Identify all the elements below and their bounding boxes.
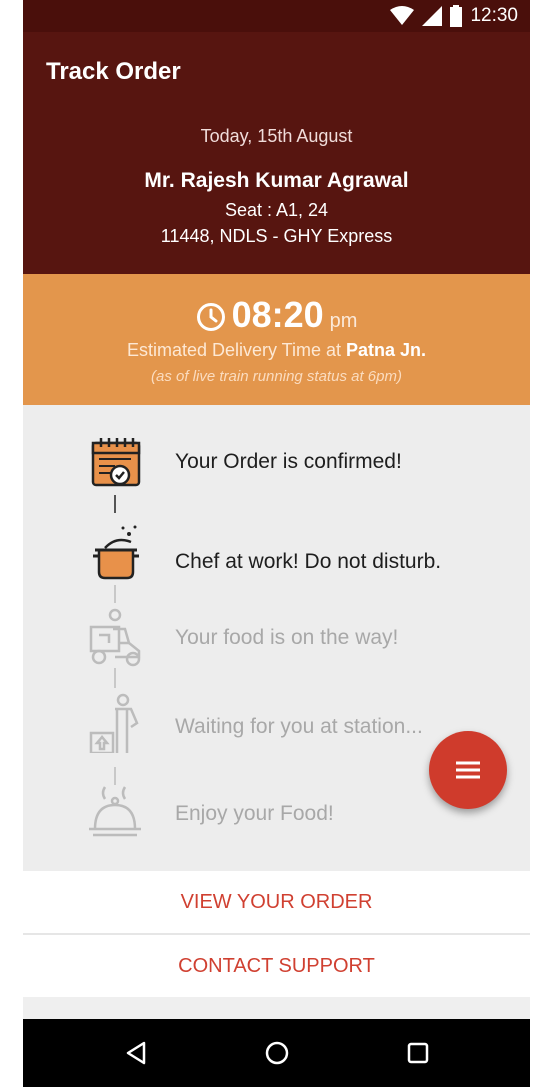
- step-label: Waiting for you at station...: [175, 715, 423, 738]
- step-connector: [114, 585, 116, 603]
- eta-label: Estimated Delivery Time at Patna Jn.: [23, 340, 530, 361]
- phone-screen: 12:30 Track Order Today, 15th August Mr.…: [23, 0, 530, 1087]
- spacer: [23, 997, 530, 1019]
- eta-meridiem: pm: [329, 310, 358, 332]
- eta-note: (as of live train running status at 6pm): [151, 368, 402, 385]
- calendar-check-icon: [91, 438, 141, 487]
- step-connector: [114, 668, 116, 688]
- eta-station: Patna Jn.: [346, 340, 427, 360]
- home-button[interactable]: [257, 1033, 297, 1073]
- eta-banner: 08:20 pm Estimated Delivery Time at Patn…: [23, 274, 530, 405]
- delivery-person-icon: [89, 693, 139, 753]
- train-info: 11448, NDLS - GHY Express: [160, 226, 393, 246]
- clock-icon: [196, 303, 225, 331]
- app-bar: Track Order: [23, 32, 530, 112]
- order-summary: Today, 15th August Mr. Rajesh Kumar Agra…: [23, 112, 530, 274]
- step-label: Your food is on the way!: [175, 626, 399, 649]
- page-title: Track Order: [46, 58, 181, 85]
- recents-button[interactable]: [398, 1033, 438, 1073]
- status-bar: 12:30: [23, 0, 530, 32]
- system-nav-bar: [23, 1019, 530, 1087]
- food-cloche-icon: [89, 786, 141, 837]
- step-connector: [114, 767, 116, 785]
- cooking-pot-icon: [93, 525, 139, 580]
- wifi-icon: [390, 6, 415, 25]
- step-label: Enjoy your Food!: [175, 802, 334, 825]
- status-time: 12:30: [470, 5, 518, 26]
- step-food-on-way: Your food is on the way!: [23, 607, 530, 667]
- contact-support-button[interactable]: CONTACT SUPPORT: [23, 935, 530, 997]
- signal-icon: [422, 6, 443, 26]
- step-label: Chef at work! Do not disturb.: [175, 550, 442, 573]
- seat-info: Seat : A1, 24: [224, 200, 329, 220]
- step-order-confirmed: Your Order is confirmed!: [23, 435, 530, 495]
- home-icon: [265, 1041, 289, 1065]
- step-chef-at-work: Chef at work! Do not disturb.: [23, 522, 530, 582]
- view-order-button[interactable]: VIEW YOUR ORDER: [23, 871, 530, 933]
- eta-time: 08:20: [231, 294, 324, 335]
- eta-label-prefix: Estimated Delivery Time at: [126, 340, 342, 360]
- order-date: Today, 15th August: [200, 126, 353, 146]
- battery-icon: [450, 5, 463, 27]
- step-label: Your Order is confirmed!: [175, 450, 402, 473]
- customer-name: Mr. Rajesh Kumar Agrawal: [144, 169, 409, 192]
- step-connector: [114, 495, 116, 513]
- menu-fab-button[interactable]: [429, 731, 507, 809]
- recents-icon: [407, 1042, 429, 1064]
- back-button[interactable]: [116, 1033, 156, 1073]
- back-icon: [126, 1041, 146, 1065]
- delivery-scooter-icon: [89, 608, 141, 667]
- menu-icon: [456, 761, 480, 779]
